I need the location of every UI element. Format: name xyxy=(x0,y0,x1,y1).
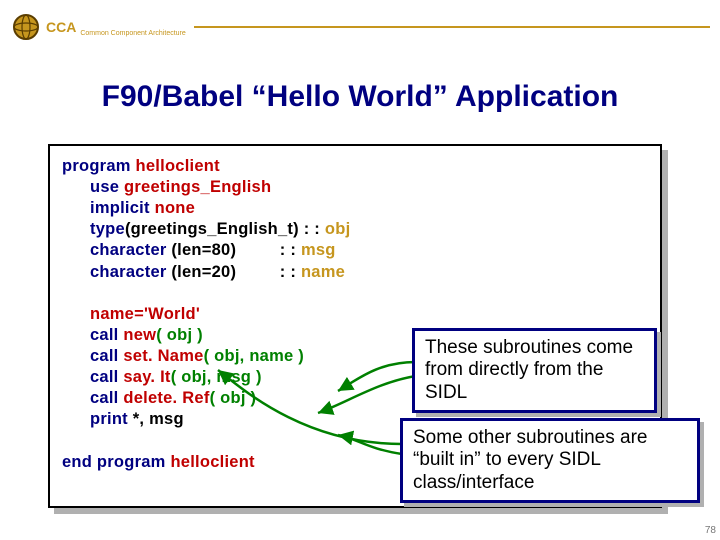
slide-title: F90/Babel “Hello World” Application xyxy=(0,80,720,114)
header-divider xyxy=(194,26,710,28)
slide-header: CCA Common Component Architecture xyxy=(0,12,720,42)
callout-sidl-subs: These subroutines come from directly fro… xyxy=(412,328,657,413)
cca-logo xyxy=(10,11,42,43)
cca-abbrev: CCA xyxy=(46,19,76,35)
cca-subtitle: Common Component Architecture xyxy=(80,30,185,37)
callout-builtin-subs: Some other subroutines are “built in” to… xyxy=(400,418,700,503)
page-number: 78 xyxy=(705,525,716,536)
